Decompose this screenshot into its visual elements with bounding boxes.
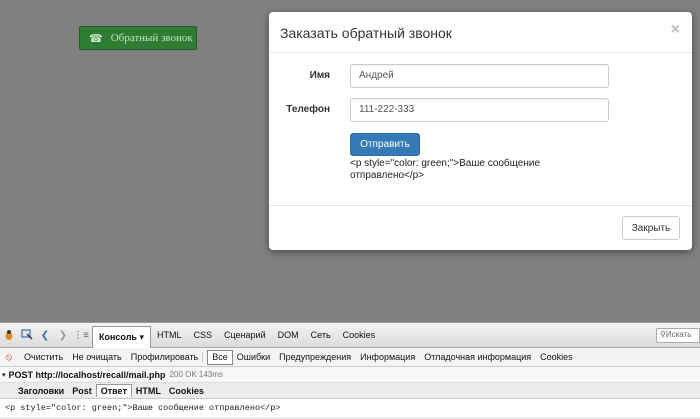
search-placeholder: Искать xyxy=(665,330,692,339)
filter-info[interactable]: Информация xyxy=(356,352,420,362)
subtab-response[interactable]: Ответ xyxy=(95,384,132,397)
profile-button[interactable]: Профилировать xyxy=(127,352,204,362)
back-arrow-icon[interactable]: ❮ xyxy=(38,328,52,342)
command-line-icon[interactable]: ⋮≡ xyxy=(73,328,89,342)
tab-dom[interactable]: DOM xyxy=(272,327,305,343)
tab-console[interactable]: Консоль ▾ xyxy=(92,325,151,348)
clear-button[interactable]: Очистить xyxy=(20,352,68,362)
request-status: 200 OK 143ms xyxy=(169,370,223,379)
filter-warnings[interactable]: Предупреждения xyxy=(275,352,356,362)
form-row-name: Имя Андрей xyxy=(269,64,692,88)
inspect-icon[interactable] xyxy=(20,328,34,342)
callback-button[interactable]: ☎ Обратный звонок xyxy=(79,26,197,50)
name-input[interactable]: Андрей xyxy=(350,64,609,88)
subtab-html[interactable]: HTML xyxy=(132,385,165,397)
search-input[interactable]: ⚲Искать xyxy=(656,328,700,343)
filter-all[interactable]: Все xyxy=(207,349,233,365)
subtab-post[interactable]: Post xyxy=(68,385,96,397)
forward-arrow-icon[interactable]: ❯ xyxy=(56,328,70,342)
request-subtabs: Заголовки Post Ответ HTML Cookies xyxy=(0,383,700,399)
subtab-cookies[interactable]: Cookies xyxy=(165,385,208,397)
firebug-panel: ❮ ❯ ⋮≡ Консоль ▾ HTML CSS Сценарий DOM С… xyxy=(0,322,700,419)
name-label: Имя xyxy=(309,70,330,81)
clear-console-icon[interactable]: ⦸ xyxy=(2,350,16,364)
phone-icon: ☎ xyxy=(89,32,103,45)
modal-footer: Закрыть xyxy=(269,205,692,250)
filter-debug[interactable]: Отладочная информация xyxy=(420,352,536,362)
filter-errors[interactable]: Ошибки xyxy=(233,352,275,362)
expand-arrow-icon[interactable]: ▾ xyxy=(2,371,6,379)
request-url: POST http://localhost/recall/mail.php xyxy=(8,369,166,380)
tab-script[interactable]: Сценарий xyxy=(218,327,272,343)
filter-cookies[interactable]: Cookies xyxy=(536,352,578,362)
firebug-icon[interactable] xyxy=(2,328,16,342)
response-body: <p style="color: green;">Ваше сообщение … xyxy=(0,399,700,417)
subtab-headers[interactable]: Заголовки xyxy=(14,385,68,397)
callback-button-label: Обратный звонок xyxy=(110,32,193,44)
close-button[interactable]: Закрыть xyxy=(622,216,680,240)
tab-net[interactable]: Сеть xyxy=(305,327,337,343)
tab-css[interactable]: CSS xyxy=(187,327,218,343)
network-request-row[interactable]: ▾ POST http://localhost/recall/mail.php … xyxy=(0,367,700,383)
modal-title: Заказать обратный звонок xyxy=(280,25,452,41)
firebug-toolbar: ❮ ❯ ⋮≡ Консоль ▾ HTML CSS Сценарий DOM С… xyxy=(0,323,700,348)
tab-cookies[interactable]: Cookies xyxy=(337,327,382,343)
tab-html[interactable]: HTML xyxy=(151,327,188,343)
persist-button[interactable]: Не очищать xyxy=(68,352,127,362)
response-message: <p style="color: green;">Ваше сообщение … xyxy=(350,158,541,181)
form-row-phone: Телефон 111-222-333 xyxy=(269,98,692,122)
callback-modal: Заказать обратный звонок × Имя Андрей Те… xyxy=(269,12,692,250)
phone-input[interactable]: 111-222-333 xyxy=(350,98,609,122)
phone-label: Телефон xyxy=(286,104,330,115)
send-button[interactable]: Отправить xyxy=(350,133,420,156)
page-background: ☎ Обратный звонок Заказать обратный звон… xyxy=(0,0,700,322)
modal-header: Заказать обратный звонок × xyxy=(269,12,692,53)
modal-close-icon[interactable]: × xyxy=(671,21,680,39)
console-toolbar: ⦸ Очистить Не очищать Профилировать Все … xyxy=(0,348,700,367)
